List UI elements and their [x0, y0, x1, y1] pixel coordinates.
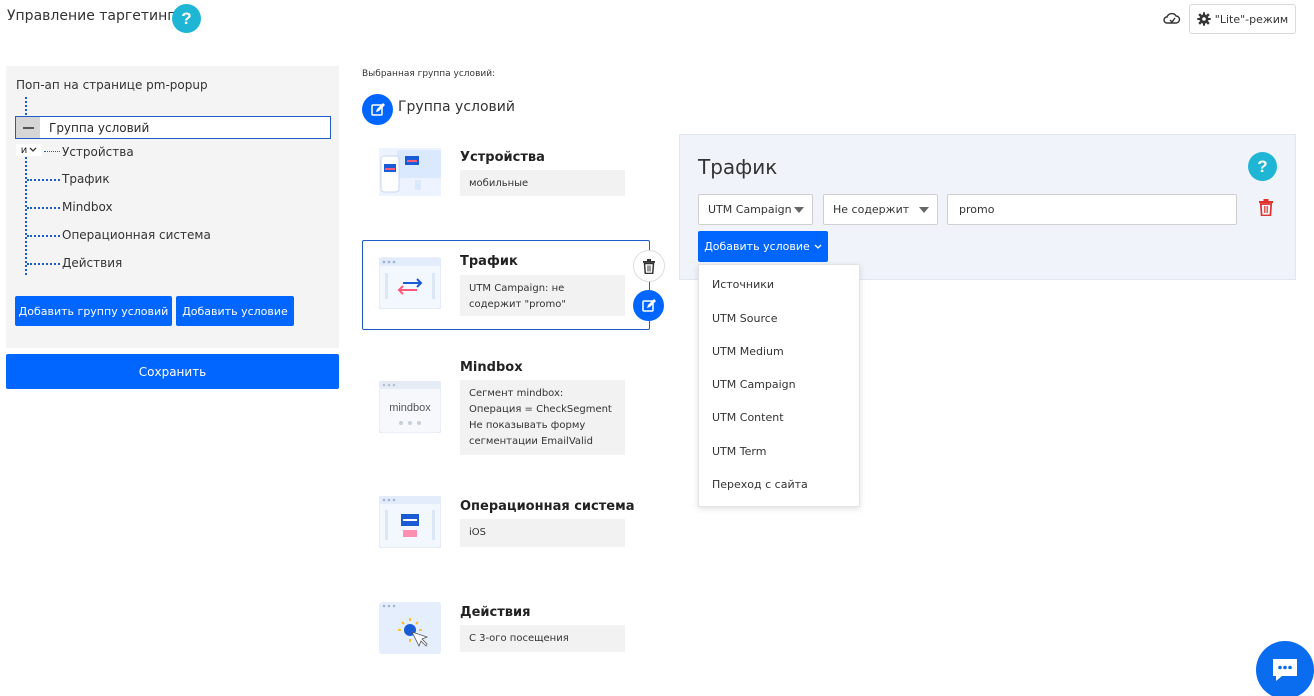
- lite-mode-button[interactable]: "Lite"-режим: [1189, 4, 1296, 34]
- tree-connector: [27, 179, 60, 181]
- caret-down-icon: [794, 207, 804, 213]
- actions-icon: [379, 602, 441, 654]
- chevron-down-icon: [29, 147, 37, 152]
- card-title-devices: Устройства: [460, 150, 545, 165]
- card-title-mindbox: Mindbox: [460, 360, 523, 375]
- menu-item-referrer[interactable]: Переход с сайта: [712, 478, 808, 491]
- tree-connector: [27, 263, 60, 265]
- chat-widget-button[interactable]: [1256, 641, 1314, 696]
- devices-icon: [379, 146, 441, 198]
- svg-text:mindbox: mindbox: [389, 402, 431, 414]
- menu-item-utm-content[interactable]: UTM Content: [712, 411, 784, 424]
- lite-mode-label: "Lite"-режим: [1214, 12, 1289, 26]
- tree-item-actions[interactable]: Действия: [62, 256, 122, 270]
- card-desc-devices: мобильные: [460, 170, 625, 196]
- tree-item-os[interactable]: Операционная система: [62, 228, 211, 242]
- card-desc-os: iOS: [460, 519, 625, 547]
- menu-item-sources[interactable]: Источники: [712, 278, 774, 291]
- edit-group-icon[interactable]: [362, 94, 393, 125]
- chat-icon: [1273, 659, 1297, 681]
- tree-connector: [27, 235, 60, 237]
- delete-condition-icon[interactable]: [1258, 199, 1274, 217]
- help-icon[interactable]: ?: [172, 4, 201, 33]
- group-title: Группа условий: [398, 99, 515, 115]
- traffic-icon: [378, 257, 442, 310]
- card-desc-traffic: UTM Campaign: не содержит "promo": [460, 275, 625, 316]
- tree-group-label: Группа условий: [49, 120, 150, 135]
- add-condition-dropdown-button[interactable]: Добавить условие: [698, 231, 828, 262]
- menu-item-utm-term[interactable]: UTM Term: [712, 445, 766, 458]
- page-title: Управление таргетингом: [7, 8, 194, 24]
- tree-item-devices[interactable]: Устройства: [62, 145, 134, 159]
- trash-icon: [643, 258, 655, 274]
- collapse-icon[interactable]: [16, 117, 40, 138]
- add-condition-menu: Источники UTM Source UTM Medium UTM Camp…: [698, 264, 860, 507]
- editor-title: Трафик: [698, 155, 778, 179]
- card-title-actions: Действия: [460, 605, 531, 620]
- os-icon: [378, 495, 442, 549]
- tree-connector: [27, 207, 60, 209]
- menu-item-utm-campaign[interactable]: UTM Campaign: [712, 378, 796, 391]
- utm-field-select[interactable]: UTM Campaign: [698, 194, 813, 225]
- card-desc-mindbox: Сегмент mindbox: Операция = CheckSegment…: [460, 380, 625, 455]
- tree-group-row[interactable]: Группа условий: [15, 116, 331, 139]
- tree-root-label: Поп-ап на странице pm-popup: [16, 78, 208, 92]
- gear-icon: [1197, 12, 1211, 26]
- card-desc-actions: С 3-ого посещения: [460, 625, 625, 652]
- tree-connector: [25, 157, 27, 275]
- operator-condition-select[interactable]: Не содержит: [823, 194, 938, 225]
- menu-item-utm-medium[interactable]: UTM Medium: [712, 345, 784, 358]
- save-button[interactable]: Сохранить: [6, 354, 339, 389]
- add-condition-button[interactable]: Добавить условие: [176, 296, 294, 326]
- tree-item-mindbox[interactable]: Mindbox: [62, 200, 113, 214]
- selected-group-label: Выбранная группа условий:: [362, 69, 496, 79]
- menu-item-utm-source[interactable]: UTM Source: [712, 312, 778, 325]
- cloud-sync-icon[interactable]: [1163, 11, 1181, 27]
- card-title-traffic: Трафик: [460, 254, 518, 269]
- edit-card-button[interactable]: [633, 290, 664, 321]
- value-input[interactable]: promo: [947, 194, 1237, 225]
- add-group-button[interactable]: Добавить группу условий: [15, 296, 172, 326]
- editor-help-icon[interactable]: ?: [1248, 152, 1277, 181]
- caret-down-icon: [919, 207, 929, 213]
- delete-card-button[interactable]: [633, 250, 665, 282]
- mindbox-icon: mindbox: [378, 380, 442, 434]
- tree-connector: [44, 151, 60, 152]
- edit-icon: [641, 298, 656, 312]
- tree-connector: [25, 97, 27, 115]
- tree-item-traffic[interactable]: Трафик: [62, 172, 110, 186]
- card-title-os: Операционная система: [460, 499, 635, 514]
- chevron-down-icon: [814, 244, 822, 249]
- operator-select[interactable]: и: [16, 144, 42, 156]
